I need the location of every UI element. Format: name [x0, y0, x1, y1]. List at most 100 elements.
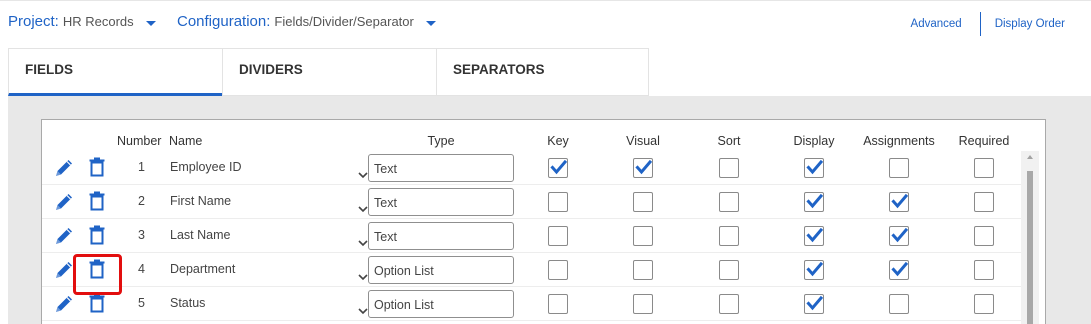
- project-label: Project:: [8, 13, 59, 30]
- visual-checkbox[interactable]: [633, 226, 653, 246]
- project-value: HR Records: [62, 14, 134, 29]
- required-checkbox[interactable]: [974, 260, 994, 280]
- trash-icon[interactable]: [88, 293, 106, 318]
- type-select[interactable]: Text: [358, 188, 514, 216]
- display-order-link[interactable]: Display Order: [995, 18, 1065, 30]
- assignments-checkbox[interactable]: [889, 226, 909, 246]
- caret-down-icon: [425, 20, 436, 26]
- row-number: 5: [138, 296, 145, 310]
- row-name: Status: [170, 296, 206, 310]
- pencil-icon[interactable]: [53, 191, 75, 218]
- pencil-icon[interactable]: [53, 157, 75, 184]
- header-name: Name: [169, 134, 203, 148]
- key-checkbox[interactable]: [548, 260, 568, 280]
- row-divider: [42, 320, 1022, 321]
- pencil-icon[interactable]: [53, 225, 75, 252]
- visual-checkbox[interactable]: [633, 294, 653, 314]
- row-name: Department: [170, 262, 236, 276]
- header-assignments: Assignments: [863, 134, 935, 148]
- visual-checkbox[interactable]: [633, 192, 653, 212]
- type-select[interactable]: Text: [358, 222, 514, 250]
- assignments-checkbox[interactable]: [889, 192, 909, 212]
- fields-panel: Number Name Type Key Visual Sort Display…: [8, 96, 1091, 324]
- header-sort: Sort: [717, 134, 741, 148]
- row-name: Last Name: [170, 228, 231, 242]
- type-value: Option List: [374, 264, 434, 278]
- header-required: Required: [958, 134, 1010, 148]
- trash-icon[interactable]: [88, 157, 106, 182]
- type-value: Option List: [374, 298, 434, 312]
- required-checkbox[interactable]: [974, 158, 994, 178]
- type-select[interactable]: Text: [358, 154, 514, 182]
- fields-table: Number Name Type Key Visual Sort Display…: [41, 119, 1046, 324]
- scroll-thumb[interactable]: [1027, 171, 1033, 324]
- header-visual: Visual: [626, 134, 660, 148]
- top-links: Advanced Display Order: [911, 12, 1065, 36]
- visual-checkbox[interactable]: [633, 158, 653, 178]
- tab-bar: FIELDS DIVIDERS SEPARATORS: [8, 48, 649, 96]
- configuration-label: Configuration:: [177, 13, 271, 30]
- display-checkbox[interactable]: [804, 294, 824, 314]
- required-checkbox[interactable]: [974, 192, 994, 212]
- type-value: Text: [374, 162, 397, 176]
- tab-label: DIVIDERS: [239, 62, 303, 77]
- trash-icon[interactable]: [88, 225, 106, 250]
- trash-icon[interactable]: [88, 191, 106, 216]
- caret-down-icon: [145, 20, 156, 26]
- sort-checkbox[interactable]: [719, 158, 739, 178]
- header-key: Key: [547, 134, 569, 148]
- header-type: Type: [427, 134, 455, 148]
- row-number: 1: [138, 160, 145, 174]
- tab-separators[interactable]: SEPARATORS: [436, 48, 649, 96]
- header-display: Display: [793, 134, 835, 148]
- vertical-scrollbar[interactable]: [1021, 151, 1039, 324]
- scroll-up-arrow-icon[interactable]: [1027, 155, 1033, 159]
- advanced-link[interactable]: Advanced: [911, 18, 962, 30]
- type-value: Text: [374, 230, 397, 244]
- row-number: 2: [138, 194, 145, 208]
- row-name: First Name: [170, 194, 232, 208]
- display-checkbox[interactable]: [804, 158, 824, 178]
- header-number: Number: [117, 134, 162, 148]
- row-name: Employee ID: [170, 160, 242, 174]
- key-checkbox[interactable]: [548, 226, 568, 246]
- table-row: 2 First Name Text: [42, 185, 1022, 219]
- tab-fields[interactable]: FIELDS: [8, 48, 222, 96]
- row-number: 4: [138, 262, 145, 276]
- assignments-checkbox[interactable]: [889, 294, 909, 314]
- assignments-checkbox[interactable]: [889, 260, 909, 280]
- display-checkbox[interactable]: [804, 226, 824, 246]
- visual-checkbox[interactable]: [633, 260, 653, 280]
- required-checkbox[interactable]: [974, 294, 994, 314]
- type-select[interactable]: Option List: [358, 256, 514, 284]
- configuration-selector[interactable]: Configuration: Fields/Divider/Separator: [177, 13, 436, 30]
- pencil-icon[interactable]: [53, 259, 75, 286]
- tab-dividers[interactable]: DIVIDERS: [222, 48, 436, 96]
- table-row: 4 Department Option List: [42, 253, 1022, 287]
- display-checkbox[interactable]: [804, 192, 824, 212]
- assignments-checkbox[interactable]: [889, 158, 909, 178]
- project-selector[interactable]: Project: HR Records: [8, 13, 156, 30]
- required-checkbox[interactable]: [974, 226, 994, 246]
- configuration-value: Fields/Divider/Separator: [274, 14, 414, 29]
- key-checkbox[interactable]: [548, 158, 568, 178]
- tab-label: SEPARATORS: [453, 62, 545, 77]
- sort-checkbox[interactable]: [719, 294, 739, 314]
- delete-highlight-box: [73, 254, 122, 295]
- key-checkbox[interactable]: [548, 294, 568, 314]
- row-number: 3: [138, 228, 145, 242]
- link-divider: [979, 12, 981, 36]
- type-value: Text: [374, 196, 397, 210]
- top-bar: Project: HR Records Configuration: Field…: [0, 0, 1091, 46]
- tab-label: FIELDS: [25, 62, 74, 77]
- table-row: 3 Last Name Text: [42, 219, 1022, 253]
- sort-checkbox[interactable]: [719, 192, 739, 212]
- display-checkbox[interactable]: [804, 260, 824, 280]
- sort-checkbox[interactable]: [719, 226, 739, 246]
- type-select[interactable]: Option List: [358, 290, 514, 318]
- table-row: 1 Employee ID Text: [42, 151, 1022, 185]
- sort-checkbox[interactable]: [719, 260, 739, 280]
- table-row: 5 Status Option List: [42, 287, 1022, 321]
- pencil-icon[interactable]: [53, 293, 75, 320]
- key-checkbox[interactable]: [548, 192, 568, 212]
